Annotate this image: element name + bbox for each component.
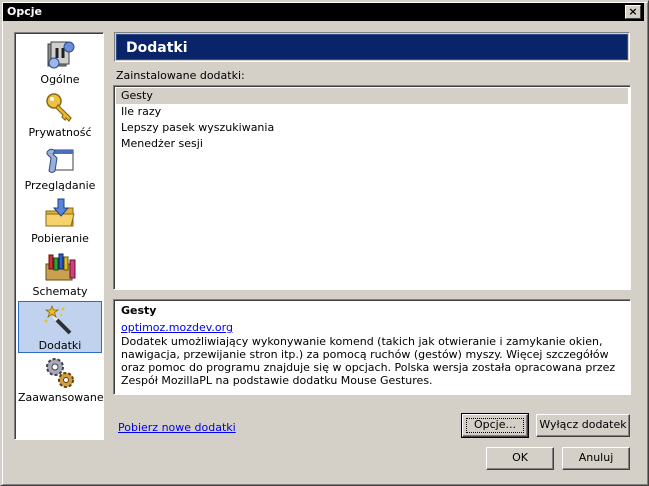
addons-list[interactable]: Gesty Ile razy Lepszy pasek wyszukiwania… [113,85,631,290]
sidebar-item-label: Prywatność [28,126,92,139]
options-dialog: Opcje × Ogólne Prywatność Przeglądanie P… [0,0,649,486]
ok-button[interactable]: OK [486,447,554,470]
sidebar-item-downloads[interactable]: Pobieranie [18,195,102,247]
themes-icon [45,253,76,281]
installed-addons-label: Zainstalowane dodatki: [116,69,245,82]
addons-wand-icon [44,304,72,335]
close-icon: × [628,5,638,18]
general-icon [47,41,75,69]
sidebar-item-addons[interactable]: Dodatki [18,301,102,353]
addon-item-session-manager[interactable]: Menedżer sesji [116,136,628,152]
addon-name: Gesty [121,304,157,317]
close-button[interactable]: × [625,5,641,19]
cancel-button[interactable]: Anuluj [562,447,630,470]
privacy-key-icon [46,93,72,122]
download-folder-icon [45,198,75,227]
sidebar-item-label: Przeglądanie [24,179,96,192]
disable-addon-button[interactable]: Wyłącz dodatek [536,414,630,437]
browsing-icon [46,148,74,173]
button-label: Anuluj [578,451,614,464]
addon-homepage-link[interactable]: optimoz.mozdev.org [121,321,233,334]
sidebar-item-label: Pobieranie [31,232,89,245]
button-label: Wyłącz dodatek [539,418,627,431]
section-header: Dodatki [114,32,630,62]
sidebar-item-label: Schematy [32,285,88,298]
addon-item-gesty[interactable]: Gesty [116,88,628,104]
sidebar-item-privacy[interactable]: Prywatność [18,89,102,141]
button-label: Opcje... [473,418,516,431]
page-title: Dodatki [126,40,188,56]
title-bar[interactable]: Opcje × [3,3,644,21]
sidebar-item-label: Ogólne [40,73,80,86]
addon-options-button[interactable]: Opcje... [461,413,529,438]
sidebar-item-label: Dodatki [38,339,82,352]
addon-details-panel: Gesty optimoz.mozdev.org Dodatek umożliw… [113,299,631,395]
addon-item-better-search-bar[interactable]: Lepszy pasek wyszukiwania [116,120,628,136]
sidebar-item-general[interactable]: Ogólne [18,36,102,88]
addon-description: Dodatek umożliwiający wykonywanie komend… [121,335,616,387]
advanced-gears-icon [46,358,74,388]
category-list: Ogólne Prywatność Przeglądanie Pobierani… [14,32,104,440]
sidebar-item-browsing[interactable]: Przeglądanie [18,142,102,194]
get-more-addons-link[interactable]: Pobierz nowe dodatki [118,421,236,434]
sidebar-item-advanced[interactable]: Zaawansowane [18,354,104,406]
sidebar-item-themes[interactable]: Schematy [18,248,102,300]
sidebar-item-label: Zaawansowane [18,391,104,404]
window-title: Opcje [7,5,42,18]
button-label: OK [512,451,528,464]
addon-item-ile-razy[interactable]: Ile razy [116,104,628,120]
